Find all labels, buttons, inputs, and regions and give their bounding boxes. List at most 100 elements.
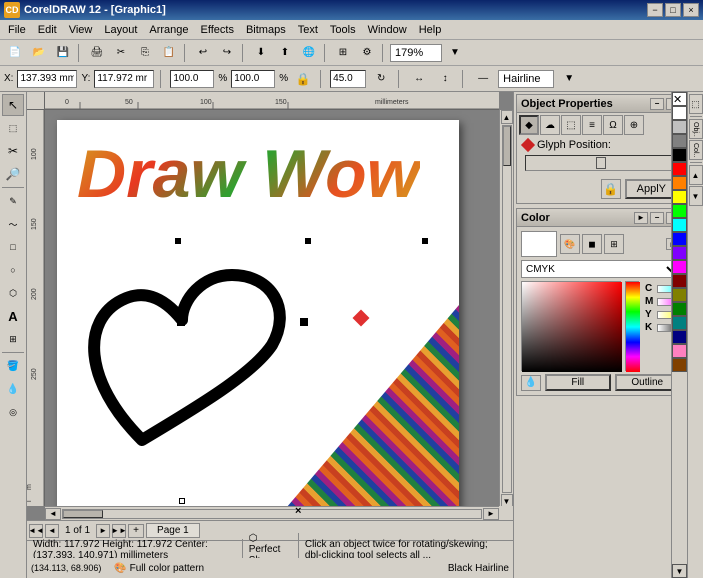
export-btn[interactable]: ⬆ [274, 43, 296, 63]
interactive-tool[interactable]: ◎ [2, 401, 24, 423]
lock-button[interactable]: 🔒 [601, 179, 621, 199]
pal-cyan[interactable] [672, 218, 687, 232]
zoom-level[interactable]: 179% [390, 44, 442, 62]
color-model-btn3[interactable]: ⊞ [604, 234, 624, 254]
pal-green[interactable] [672, 204, 687, 218]
select-tool[interactable]: ↖ [2, 94, 24, 116]
zoom-tool[interactable]: 🔎 [2, 163, 24, 185]
menu-edit[interactable]: Edit [32, 22, 63, 38]
rt-btn1[interactable]: ⬚ [689, 94, 703, 114]
rect-tool[interactable]: □ [2, 236, 24, 258]
pal-yellow[interactable] [672, 190, 687, 204]
shape-tool[interactable]: ⬚ [2, 117, 24, 139]
min-button[interactable]: − [647, 3, 663, 17]
x-input[interactable] [17, 70, 77, 88]
h-scrollbar[interactable]: ◄ ► [45, 506, 499, 520]
page-tab[interactable]: Page 1 [146, 523, 200, 538]
options-btn[interactable]: ⚙ [356, 43, 378, 63]
pal-navy[interactable] [672, 330, 687, 344]
obj-panel-min[interactable]: − [650, 98, 664, 110]
menu-window[interactable]: Window [362, 22, 413, 38]
crop-tool[interactable]: ✂ [2, 140, 24, 162]
handle-top-left[interactable] [175, 238, 181, 244]
color-gradient[interactable] [521, 281, 621, 371]
obj-tab-char[interactable]: Ω [603, 115, 623, 135]
new-btn[interactable]: 📄 [4, 43, 26, 63]
w-input[interactable] [170, 70, 214, 88]
v-scrollbar[interactable]: ▲ ▼ [499, 110, 513, 506]
obj-tab-fill[interactable]: ◆ [519, 115, 539, 135]
redo-btn[interactable]: ↪ [216, 43, 238, 63]
publish-btn[interactable]: 🌐 [298, 43, 320, 63]
save-btn[interactable]: 💾 [52, 43, 74, 63]
fill-eyedrop[interactable]: 💧 [521, 375, 541, 391]
max-button[interactable]: □ [665, 3, 681, 17]
fill-tool[interactable]: 🪣 [2, 355, 24, 377]
lock-ratio-btn[interactable]: 🔒 [292, 69, 314, 89]
handle-bot-left[interactable] [179, 498, 185, 504]
obj-tab-para[interactable]: ≡ [582, 115, 602, 135]
color-hue-bar[interactable] [625, 281, 639, 371]
handle-top-mid[interactable] [305, 238, 311, 244]
fill-button[interactable]: Fill [545, 374, 611, 391]
obj-tab-stroke[interactable]: ☁ [540, 115, 560, 135]
eyedropper-tool[interactable]: 💧 [2, 378, 24, 400]
mirror-v-btn[interactable]: ↕ [434, 69, 456, 89]
zoom-dropdown[interactable]: ▼ [444, 43, 466, 63]
nav-first[interactable]: ◄◄ [29, 524, 43, 538]
color-panel-min[interactable]: − [650, 212, 664, 224]
menu-tools[interactable]: Tools [324, 22, 362, 38]
hscroll-left[interactable]: ◄ [45, 508, 61, 520]
menu-arrange[interactable]: Arrange [143, 22, 194, 38]
rt-btn4[interactable]: ▲ [689, 165, 703, 185]
menu-help[interactable]: Help [413, 22, 448, 38]
y-input[interactable] [94, 70, 154, 88]
menu-file[interactable]: File [2, 22, 32, 38]
handle-top-right[interactable] [422, 238, 428, 244]
hscroll-right[interactable]: ► [483, 508, 499, 520]
menu-view[interactable]: View [63, 22, 99, 38]
obj-tab-extra[interactable]: ⊕ [624, 115, 644, 135]
color-model-btn1[interactable]: 🎨 [560, 234, 580, 254]
pal-olive[interactable] [672, 288, 687, 302]
open-btn[interactable]: 📂 [28, 43, 50, 63]
close-button[interactable]: × [683, 3, 699, 17]
smart-draw-tool[interactable]: 〜 [2, 213, 24, 235]
hscroll-thumb[interactable] [63, 510, 103, 518]
pal-magenta[interactable] [672, 260, 687, 274]
rt-btn3[interactable]: Col.. [689, 140, 703, 160]
vscroll-up[interactable]: ▲ [501, 110, 513, 124]
color-model-btn2[interactable]: ◼ [582, 234, 602, 254]
undo-btn[interactable]: ↩ [192, 43, 214, 63]
cut-btn[interactable]: ✂ [110, 43, 132, 63]
glyph-slider-thumb[interactable] [596, 157, 606, 169]
menu-layout[interactable]: Layout [98, 22, 143, 38]
mirror-h-btn[interactable]: ↔ [408, 69, 430, 89]
pal-red[interactable] [672, 162, 687, 176]
polygon-tool[interactable]: ⬡ [2, 282, 24, 304]
import-btn[interactable]: ⬇ [250, 43, 272, 63]
snap-btn[interactable]: ⊞ [332, 43, 354, 63]
print-btn[interactable]: 🖨 [86, 43, 108, 63]
pal-white[interactable] [672, 106, 687, 120]
menu-text[interactable]: Text [292, 22, 324, 38]
color-panel-expand[interactable]: ► [634, 212, 648, 224]
pal-maroon[interactable] [672, 274, 687, 288]
pal-orange[interactable] [672, 176, 687, 190]
vscroll-thumb[interactable] [503, 126, 511, 166]
ellipse-tool[interactable]: ○ [2, 259, 24, 281]
copy-btn[interactable]: ⎘ [134, 43, 156, 63]
angle-input[interactable] [330, 70, 366, 88]
freehand-tool[interactable]: ✎ [2, 190, 24, 212]
obj-tab-shape[interactable]: ⬚ [561, 115, 581, 135]
hairline-dropdown[interactable]: ▼ [558, 69, 580, 89]
pal-none[interactable]: ✕ [672, 92, 687, 106]
nav-last[interactable]: ►► [112, 524, 126, 538]
pal-blue[interactable] [672, 232, 687, 246]
paste-btn[interactable]: 📋 [158, 43, 180, 63]
apply-button[interactable]: ApplY [625, 179, 678, 199]
pal-lgray[interactable] [672, 120, 687, 134]
rt-btn2[interactable]: Obj.. [689, 119, 703, 139]
text-tool[interactable]: A [2, 305, 24, 327]
pal-brown[interactable] [672, 358, 687, 372]
